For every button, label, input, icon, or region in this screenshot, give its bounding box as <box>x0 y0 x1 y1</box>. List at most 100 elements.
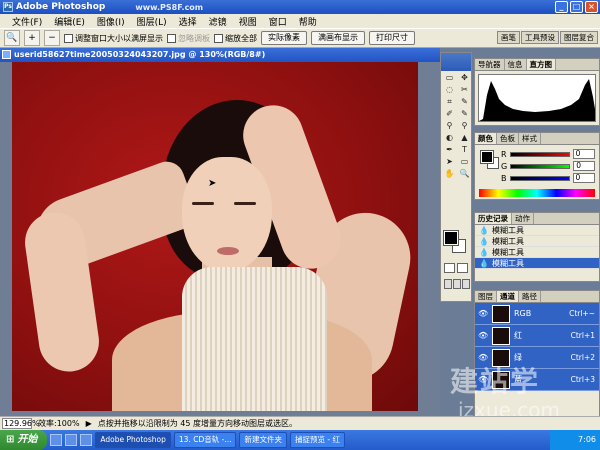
tool-button-16[interactable]: ✋ <box>442 168 457 180</box>
quickmask-mode-button[interactable] <box>457 263 468 273</box>
standard-mode-button[interactable] <box>444 263 455 273</box>
channel-thumbnail <box>492 304 510 323</box>
site-watermark: www.PS8F.com <box>135 2 204 12</box>
zoom-in-icon[interactable]: + <box>24 30 40 46</box>
play-arrow-icon[interactable]: ▶ <box>86 419 92 428</box>
slider-r[interactable] <box>509 151 570 157</box>
tab-info[interactable]: 信息 <box>505 59 527 70</box>
tab-navigator[interactable]: 导航器 <box>475 59 505 70</box>
tool-button-4[interactable]: ⌗ <box>442 96 457 108</box>
print-size-button[interactable]: 打印尺寸 <box>369 31 415 45</box>
screen-mode-standard[interactable] <box>444 279 452 289</box>
ignore-palettes-checkbox[interactable]: 忽略调板 <box>167 33 210 44</box>
history-item-current[interactable]: 💧 模糊工具 <box>475 258 599 269</box>
tool-button-11[interactable]: ▲ <box>457 132 472 144</box>
tab-styles[interactable]: 样式 <box>519 133 541 144</box>
palette-well-tool-presets[interactable]: 工具预设 <box>521 31 559 44</box>
color-foreground-swatch[interactable] <box>480 150 494 164</box>
menu-help[interactable]: 帮助 <box>293 15 323 28</box>
resize-window-checkbox[interactable]: 调整窗口大小以满屏显示 <box>64 33 163 44</box>
tool-button-6[interactable]: ✐ <box>442 108 457 120</box>
color-row-b: B 0 <box>475 172 599 184</box>
foreground-color-swatch[interactable] <box>443 230 459 246</box>
start-button[interactable]: ⊞ 开始 <box>0 430 48 450</box>
tool-button-12[interactable]: ✒ <box>442 144 457 156</box>
value-r[interactable]: 0 <box>572 149 595 159</box>
tool-button-0[interactable]: ▭ <box>442 72 457 84</box>
channel-name: RGB <box>514 309 532 318</box>
blur-tool-icon: 💧 <box>479 247 489 257</box>
tool-button-13[interactable]: T <box>457 144 472 156</box>
menu-layer[interactable]: 图层(L) <box>131 15 173 28</box>
task-photoshop[interactable]: Adobe Photoshop <box>95 432 171 448</box>
screen-mode-full[interactable] <box>462 279 470 289</box>
menu-window[interactable]: 窗口 <box>263 15 293 28</box>
history-item[interactable]: 💧 模糊工具 <box>475 247 599 258</box>
window-titlebar[interactable]: Ps Adobe Photoshop www.PS8F.com _ □ × <box>0 0 600 14</box>
tool-button-17[interactable]: 🔍 <box>457 168 472 180</box>
tool-button-2[interactable]: ◌ <box>442 84 457 96</box>
history-item[interactable]: 💧 模糊工具 <box>475 236 599 247</box>
palette-well-brushes[interactable]: 画笔 <box>497 31 520 44</box>
resize-window-label: 调整窗口大小以满屏显示 <box>75 33 163 43</box>
tab-channels[interactable]: 通道 <box>497 291 519 302</box>
value-g[interactable]: 0 <box>573 161 596 171</box>
task-capture-preview[interactable]: 捕捉预览 - 红 <box>289 432 345 448</box>
minimize-button[interactable]: _ <box>555 1 568 13</box>
layers-tabs: 图层 通道 路径 <box>475 291 599 303</box>
task-cd-track[interactable]: 13. CD音轨 -... <box>173 432 237 448</box>
tool-grid: ▭ ✥ ◌ ✂ ⌗ ✎ ✐ ✎ ⚲ ⚲ ◐ ▲ ✒ T ➤ ▭ ✋ 🔍 <box>441 71 471 181</box>
quicklaunch-ie-icon[interactable] <box>50 434 63 446</box>
visibility-eye-icon[interactable]: 👁 <box>478 309 488 318</box>
tool-button-1[interactable]: ✥ <box>457 72 472 84</box>
tool-button-3[interactable]: ✂ <box>457 84 472 96</box>
tab-histogram[interactable]: 直方图 <box>526 59 556 70</box>
color-spectrum-bar[interactable] <box>479 189 595 197</box>
tool-button-15[interactable]: ▭ <box>457 156 472 168</box>
zoom-out-icon[interactable]: − <box>44 30 60 46</box>
document-titlebar[interactable]: userid58627time20050324043207.jpg @ 130%… <box>0 48 440 62</box>
maximize-button[interactable]: □ <box>570 1 583 13</box>
quicklaunch-media-icon[interactable] <box>80 434 93 446</box>
menu-edit[interactable]: 编辑(E) <box>48 15 91 28</box>
palette-well-layer-comps[interactable]: 图层复合 <box>560 31 598 44</box>
quicklaunch-desktop-icon[interactable] <box>65 434 78 446</box>
zoom-all-checkbox[interactable]: 缩放全部 <box>214 33 257 44</box>
image-canvas[interactable]: ➤ <box>12 62 418 411</box>
slider-b[interactable] <box>509 175 570 181</box>
menu-file[interactable]: 文件(F) <box>6 15 48 28</box>
zoom-level-field[interactable]: 129.96% <box>2 418 40 429</box>
tool-button-9[interactable]: ⚲ <box>457 120 472 132</box>
menu-filter[interactable]: 滤镜 <box>203 15 233 28</box>
tab-color[interactable]: 颜色 <box>475 133 497 144</box>
tool-button-10[interactable]: ◐ <box>442 132 457 144</box>
close-button[interactable]: × <box>585 1 598 13</box>
menu-image[interactable]: 图像(I) <box>91 15 131 28</box>
tab-layers[interactable]: 图层 <box>475 291 497 302</box>
tab-actions[interactable]: 动作 <box>512 213 534 224</box>
channel-row-rgb[interactable]: 👁 RGB Ctrl+~ <box>475 303 599 325</box>
slider-g[interactable] <box>510 163 571 169</box>
channel-row-red[interactable]: 👁 红 Ctrl+1 <box>475 325 599 347</box>
value-b[interactable]: 0 <box>572 173 595 183</box>
system-tray-clock[interactable]: 7:06 <box>550 430 600 450</box>
visibility-eye-icon[interactable]: 👁 <box>478 331 488 340</box>
history-item[interactable]: 💧 模糊工具 <box>475 225 599 236</box>
zoom-tool-icon[interactable]: 🔍 <box>4 30 20 46</box>
tool-button-14[interactable]: ➤ <box>442 156 457 168</box>
screen-mode-full-menu[interactable] <box>453 279 461 289</box>
menu-view[interactable]: 视图 <box>233 15 263 28</box>
menu-select[interactable]: 选择 <box>173 15 203 28</box>
tab-swatches[interactable]: 色板 <box>497 133 519 144</box>
tab-history[interactable]: 历史记录 <box>475 213 512 224</box>
watermark-title: 建站学 <box>450 365 541 398</box>
fit-screen-button[interactable]: 满画布显示 <box>311 31 365 45</box>
actual-pixels-button[interactable]: 实际像素 <box>261 31 307 45</box>
tool-button-5[interactable]: ✎ <box>457 96 472 108</box>
toolbox-header[interactable] <box>441 53 471 71</box>
task-new-folder[interactable]: 新建文件夹 <box>239 432 287 448</box>
tool-button-8[interactable]: ⚲ <box>442 120 457 132</box>
tool-button-7[interactable]: ✎ <box>457 108 472 120</box>
tab-paths[interactable]: 路径 <box>519 291 541 302</box>
mouse-cursor-icon: ➤ <box>208 178 217 189</box>
